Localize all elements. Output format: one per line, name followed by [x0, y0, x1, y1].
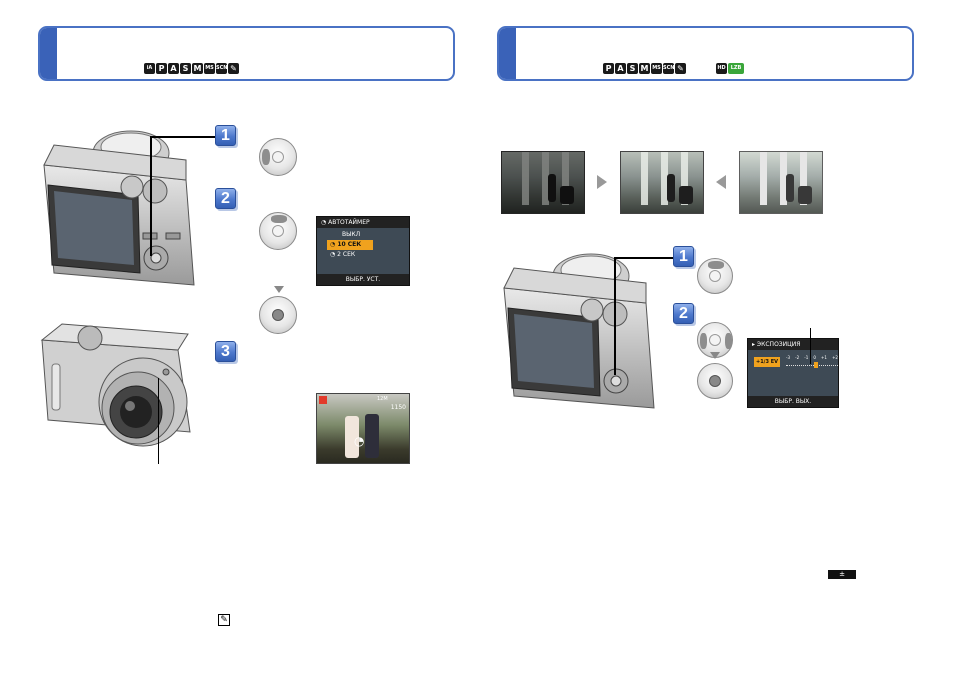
right-extra-icons: HD LZB — [716, 63, 744, 74]
step-badge-1: 1 — [215, 125, 236, 146]
mode-icon: P — [156, 63, 167, 74]
menu-footer: ВЫБР. УСТ. — [317, 274, 409, 285]
right-mode-icons: P A S M MS SCN ✎ — [603, 63, 686, 74]
menu-option: ◔ 2 СЕК — [330, 251, 356, 258]
right-arrow-icon — [597, 175, 607, 189]
exposure-menu-screen: ▸ ЭКСПОЗИЦИЯ +1/3 EV -3 -2 -1 0 +1 +2 ВЫ… — [747, 338, 839, 408]
camera-front-illustration — [40, 323, 191, 447]
zoom-badge-icon: LZB — [728, 63, 744, 74]
mode-icon: SCN — [216, 63, 227, 74]
mode-icon: SCN — [663, 63, 674, 74]
edit-mode-icon: ✎ — [218, 614, 230, 626]
scale-tick-label: -1 — [804, 355, 809, 360]
scale-tick-label: +2 — [832, 355, 838, 360]
menu-set-button — [259, 296, 297, 334]
mode-icon: M — [192, 63, 203, 74]
menu-set-button — [697, 363, 733, 399]
menu-footer: ВЫБР. ВЫХ. — [748, 396, 838, 407]
exposure-scale: -3 -2 -1 0 +1 +2 — [786, 355, 838, 360]
mode-icon: A — [168, 63, 179, 74]
mode-icon: ✎ — [675, 63, 686, 74]
underexposed-photo — [501, 151, 585, 214]
exposure-value: +1/3 EV — [754, 357, 780, 367]
menu-title: ▸ ЭКСПОЗИЦИЯ — [748, 339, 838, 350]
scale-tick-label: 0 — [813, 355, 816, 360]
header-tab — [499, 28, 516, 79]
exposure-scale-cursor — [814, 362, 818, 368]
menu-option-selected: ◔ 10 СЕК — [327, 240, 373, 250]
step-badge-1: 1 — [673, 246, 694, 267]
leader-line — [614, 257, 678, 375]
left-section-header: iA P A S M MS SCN ✎ — [38, 26, 455, 81]
exposure-scale-track — [786, 365, 838, 366]
cursor-button-left-pressed — [259, 138, 297, 176]
status-top-right: 12M — [377, 396, 388, 402]
menu-title: ◔ АВТОТАЙМЕР — [317, 217, 409, 228]
mode-icon: MS — [204, 63, 215, 74]
mode-icon: MS — [651, 63, 662, 74]
menu-option: ВЫКЛ — [342, 231, 361, 238]
normal-exposure-photo — [620, 151, 704, 214]
step-badge-2: 2 — [673, 303, 694, 324]
left-arrow-icon — [716, 175, 726, 189]
mode-icon: S — [180, 63, 191, 74]
mode-icon: P — [603, 63, 614, 74]
mode-icon: M — [639, 63, 650, 74]
step-badge-2: 2 — [215, 188, 236, 209]
exposure-compensation-icon: ± — [828, 570, 856, 579]
left-mode-icons: iA P A S M MS SCN ✎ — [144, 63, 239, 74]
header-tab — [40, 28, 57, 79]
scale-tick-label: -3 — [786, 355, 790, 360]
mode-icon: S — [627, 63, 638, 74]
leader-line — [158, 378, 159, 464]
right-section-header: P A S M MS SCN ✎ HD LZB — [497, 26, 914, 81]
mode-icon: ✎ — [228, 63, 239, 74]
mode-icon: iA — [144, 63, 155, 74]
leader-line — [810, 328, 811, 364]
self-timer-icon: ◔ — [354, 434, 365, 448]
shot-count: 1150 — [390, 404, 406, 411]
self-timer-preview-photo: 12M 1150 ◔ — [316, 393, 410, 464]
down-arrow-icon — [710, 352, 720, 359]
cursor-button-up-pressed — [697, 258, 733, 294]
down-arrow-icon — [274, 286, 284, 293]
mode-icon: A — [615, 63, 626, 74]
person-figure — [365, 414, 379, 458]
overexposed-photo — [739, 151, 823, 214]
self-timer-menu-screen: ◔ АВТОТАЙМЕР ВЫКЛ ◔ 10 СЕК ◔ 2 СЕК ВЫБР.… — [316, 216, 410, 286]
scale-tick-label: -2 — [795, 355, 800, 360]
cursor-button-up-pressed — [259, 212, 297, 250]
scale-tick-label: +1 — [821, 355, 827, 360]
leader-line — [150, 136, 220, 256]
step-badge-3: 3 — [215, 341, 236, 362]
mode-badge — [319, 396, 327, 404]
video-mode-icon: HD — [716, 63, 727, 74]
